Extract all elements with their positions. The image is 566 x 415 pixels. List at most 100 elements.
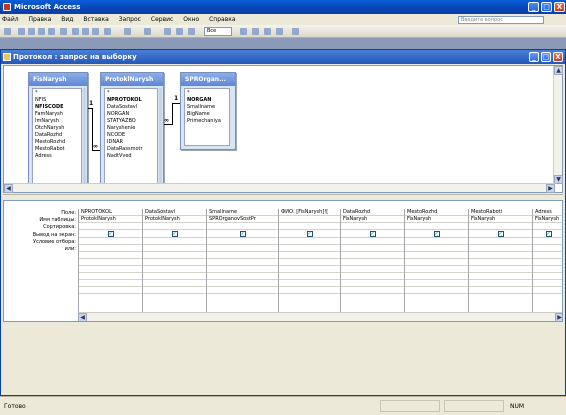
grid-or-cell[interactable]	[469, 245, 532, 252]
grid-empty-cell[interactable]	[533, 280, 562, 287]
grid-sort-cell[interactable]	[279, 223, 340, 230]
undo-icon[interactable]	[104, 28, 111, 35]
grid-column[interactable]: Smallname SPROrganovSostPr ✓	[206, 209, 278, 312]
field-item[interactable]: ImNarysh	[35, 118, 79, 125]
field-item[interactable]: NORGAN	[107, 111, 155, 118]
grid-criteria-cell[interactable]	[533, 238, 562, 245]
grid-criteria-cell[interactable]	[469, 238, 532, 245]
grid-show-cell[interactable]: ✓	[143, 230, 206, 238]
maximize-button[interactable]: □	[541, 2, 552, 12]
copy-icon[interactable]	[82, 28, 89, 35]
grid-empty-cell[interactable]	[207, 259, 278, 266]
menu-insert[interactable]: Вставка	[83, 16, 108, 23]
table-protoklnarysh[interactable]: ProtoklNarysh * NPROTOKOL DataSostavl NO…	[100, 72, 164, 188]
field-item-key[interactable]: NORGAN	[187, 97, 227, 104]
grid-column[interactable]: Adress FisNarysh ✓	[532, 209, 562, 312]
save-icon[interactable]	[18, 28, 25, 35]
grid-empty-cell[interactable]	[469, 252, 532, 259]
build-icon[interactable]	[252, 28, 259, 35]
grid-criteria-cell[interactable]	[341, 238, 404, 245]
relation-line[interactable]	[172, 103, 173, 125]
grid-empty-cell[interactable]	[469, 259, 532, 266]
grid-sort-cell[interactable]	[341, 223, 404, 230]
grid-empty-cell[interactable]	[533, 252, 562, 259]
grid-column[interactable]: ФИО: [FisNarysh]![✓	[278, 209, 340, 312]
scroll-up-icon[interactable]: ▲	[554, 66, 563, 75]
grid-empty-cell[interactable]	[207, 280, 278, 287]
grid-empty-cell[interactable]	[341, 280, 404, 287]
grid-empty-cell[interactable]	[533, 273, 562, 280]
grid-empty-cell[interactable]	[143, 259, 206, 266]
field-item[interactable]: DataRozhd	[35, 132, 79, 139]
field-list-scrollbar[interactable]	[159, 88, 162, 184]
grid-criteria-cell[interactable]	[143, 238, 206, 245]
grid-field-cell[interactable]: MestoRaboti	[469, 209, 532, 216]
field-item[interactable]: Narysheniе	[107, 125, 155, 132]
grid-empty-cell[interactable]	[207, 252, 278, 259]
grid-table-cell[interactable]: SPROrganovSostPr	[207, 216, 278, 223]
grid-empty-cell[interactable]	[143, 252, 206, 259]
menu-view[interactable]: Вид	[61, 16, 73, 23]
grid-empty-cell[interactable]	[341, 259, 404, 266]
grid-empty-cell[interactable]	[405, 287, 468, 294]
field-item[interactable]: NCODE	[107, 132, 155, 139]
menu-edit[interactable]: Правка	[29, 16, 52, 23]
field-item[interactable]: DataSostavl	[107, 104, 155, 111]
redo-icon[interactable]	[124, 28, 131, 35]
grid-empty-cell[interactable]	[79, 252, 142, 259]
field-item[interactable]: *	[35, 90, 79, 97]
show-checkbox[interactable]: ✓	[107, 231, 114, 237]
grid-field-cell[interactable]: DataRozhd	[341, 209, 404, 216]
grid-table-cell[interactable]: ProtoklNarysh	[79, 216, 142, 223]
field-item[interactable]: NFIS	[35, 97, 79, 104]
search-icon[interactable]	[28, 28, 35, 35]
grid-empty-cell[interactable]	[207, 287, 278, 294]
scroll-left-icon[interactable]: ◀	[78, 313, 87, 321]
grid-show-cell[interactable]: ✓	[207, 230, 278, 238]
scroll-right-icon[interactable]: ▶	[546, 184, 555, 193]
grid-show-cell[interactable]: ✓	[79, 230, 142, 238]
grid-field-cell[interactable]: MestoRozhd	[405, 209, 468, 216]
grid-empty-cell[interactable]	[279, 266, 340, 273]
grid-empty-cell[interactable]	[79, 273, 142, 280]
grid-empty-cell[interactable]	[469, 266, 532, 273]
print-icon[interactable]	[38, 28, 45, 35]
grid-field-cell[interactable]: ФИО: [FisNarysh]![	[279, 209, 340, 216]
child-close-button[interactable]: X	[553, 52, 563, 62]
grid-criteria-cell[interactable]	[207, 238, 278, 245]
grid-empty-cell[interactable]	[341, 273, 404, 280]
grid-empty-cell[interactable]	[341, 266, 404, 273]
field-item-key[interactable]: NFISCODE	[35, 104, 79, 111]
grid-show-cell[interactable]: ✓	[533, 230, 562, 238]
grid-or-cell[interactable]	[405, 245, 468, 252]
table-title[interactable]: SPROrgan...	[181, 73, 235, 86]
table-fisnarysh[interactable]: FisNarysh * NFIS NFISCODE FamNarysh ImNa…	[28, 72, 88, 188]
grid-field-cell[interactable]: Adress	[533, 209, 562, 216]
show-checkbox[interactable]: ✓	[545, 231, 552, 237]
child-minimize-button[interactable]: _	[529, 52, 539, 62]
field-item[interactable]: BigName	[187, 111, 227, 118]
grid-empty-cell[interactable]	[279, 259, 340, 266]
grid-field-cell[interactable]: NPROTOKOL	[79, 209, 142, 216]
grid-empty-cell[interactable]	[279, 280, 340, 287]
grid-column[interactable]: DataSostavl ProtoklNarysh ✓	[142, 209, 206, 312]
grid-column[interactable]: MestoRaboti FisNarysh ✓	[468, 209, 532, 312]
field-list-scrollbar[interactable]	[83, 88, 86, 184]
grid-hscrollbar[interactable]: ◀ ▶	[78, 312, 562, 321]
grid-empty-cell[interactable]	[405, 273, 468, 280]
table-title[interactable]: ProtoklNarysh	[101, 73, 163, 86]
grid-empty-cell[interactable]	[143, 273, 206, 280]
field-item[interactable]: NadtVved	[107, 153, 155, 160]
table-pane-vscrollbar[interactable]: ▲ ▼	[553, 66, 563, 184]
grid-sort-cell[interactable]	[79, 223, 142, 230]
field-item[interactable]: Adress	[35, 153, 79, 160]
field-item-key[interactable]: NPROTOKOL	[107, 97, 155, 104]
field-item[interactable]: IDNAR	[107, 139, 155, 146]
grid-empty-cell[interactable]	[469, 280, 532, 287]
table-sprorgan[interactable]: SPROrgan... * NORGAN Smallname BigName P…	[180, 72, 236, 150]
field-item[interactable]: Primechaniya	[187, 118, 227, 125]
ask-question-input[interactable]: Введите вопрос	[458, 16, 544, 24]
grid-column[interactable]: NPROTOKOL ProtoklNarysh ✓	[78, 209, 142, 312]
pane-splitter[interactable]	[3, 194, 563, 198]
grid-table-cell[interactable]	[279, 216, 340, 223]
